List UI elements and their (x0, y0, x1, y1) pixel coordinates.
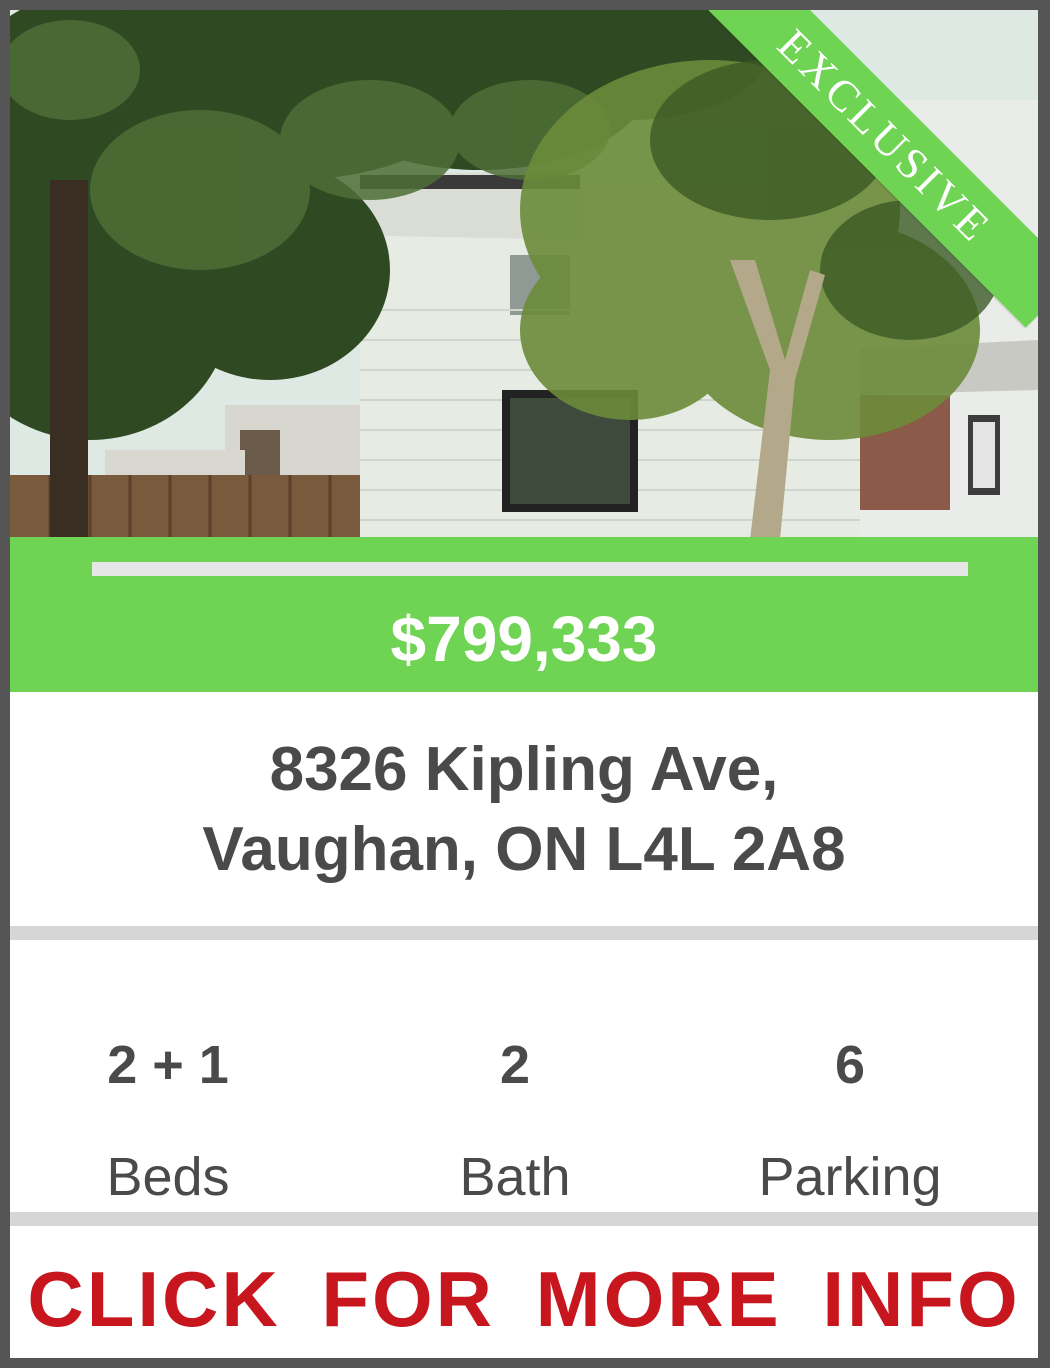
stat-beds: 2 + 1 Beds (10, 1030, 333, 1212)
divider (10, 1212, 1038, 1226)
address-line-2: Vaughan, ON L4L 2A8 (202, 815, 846, 884)
stat-parking: 6 Parking (685, 1030, 1015, 1212)
stat-parking-value: 6 (834, 1035, 866, 1095)
stat-bath-value: 2 (499, 1035, 531, 1095)
price-band: $799,333 (10, 537, 1038, 692)
price-divider-line (92, 562, 968, 576)
address-line-1: 8326 Kipling Ave, (269, 735, 779, 804)
stat-parking-label: Parking (758, 1147, 942, 1207)
stat-beds-label: Beds (106, 1147, 230, 1207)
listing-address: 8326 Kipling Ave, Vaughan, ON L4L 2A8 (10, 730, 1038, 890)
listing-card[interactable]: EXCLUSIVE $799,333 8326 Kipling Ave, Vau… (10, 10, 1038, 1358)
property-photo[interactable]: EXCLUSIVE $799,333 (10, 10, 1038, 692)
divider (10, 926, 1038, 940)
stat-bath-label: Bath (459, 1147, 571, 1207)
more-info-button[interactable]: CLICK FOR MORE INFO (10, 1254, 1038, 1344)
stat-beds-value: 2 + 1 (107, 1035, 229, 1095)
stat-bath: 2 Bath (350, 1030, 680, 1212)
listing-price: $799,333 (390, 603, 658, 675)
